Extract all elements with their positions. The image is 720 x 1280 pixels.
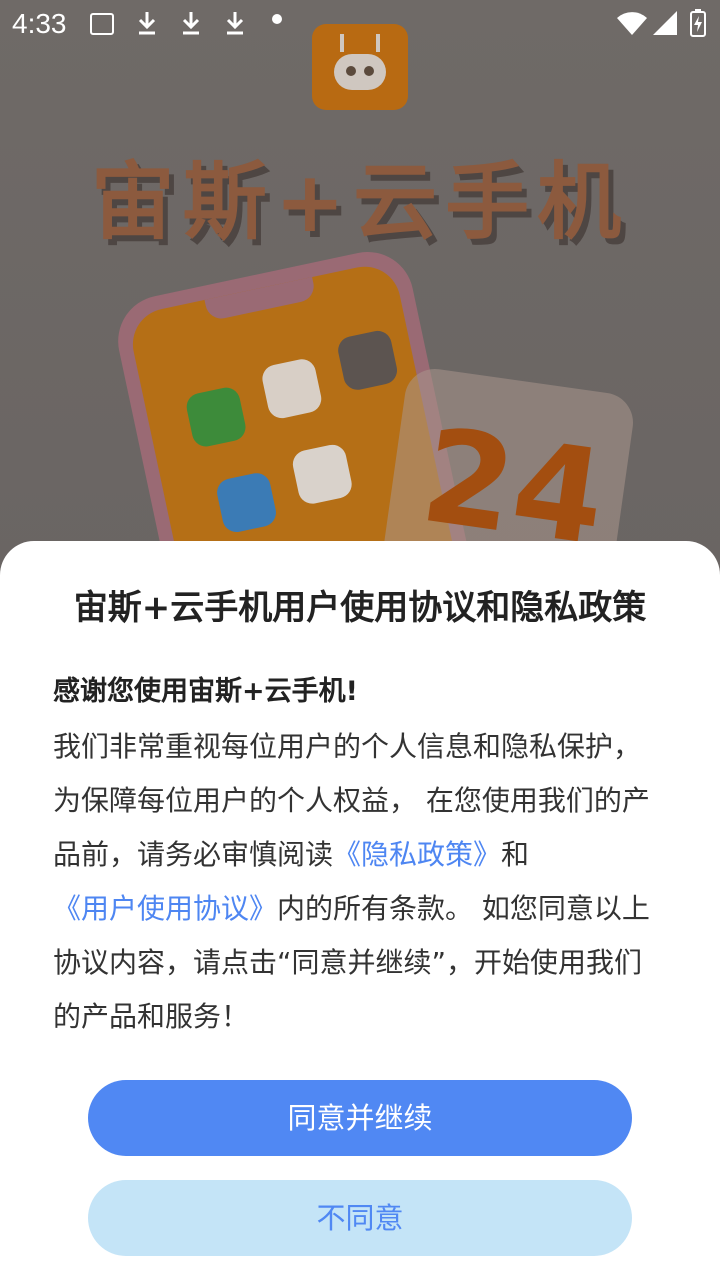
dialog-greeting: 感谢您使用宙斯+云手机! [53,676,358,707]
download-icon [224,10,248,38]
image-icon [90,13,114,35]
status-time: 4:33 [12,8,67,39]
screen: 宙斯+云手机 24 4:33 宙斯+云手机用户使用协议和隐私政策 感谢您使用宙斯… [0,0,720,1280]
decline-button[interactable]: 不同意 [88,1180,632,1256]
download-icon [180,10,204,38]
dialog-title: 宙斯+云手机用户使用协议和隐私政策 [73,588,647,628]
and-text: 和 [501,838,530,871]
status-bar: 4:33 [0,0,720,48]
wifi-icon [616,10,648,42]
settings-icon [335,328,400,393]
splash-title: 宙斯+云手机 [90,153,630,251]
photos-icon [259,356,324,421]
agree-continue-button[interactable]: 同意并继续 [88,1080,632,1156]
user-agreement-link[interactable]: 《用户使用协议》 [53,892,277,925]
dialog-body: 我们非常重视每位用户的个人信息和隐私保护，为保障每位用户的个人权益， 在您使用我… [53,720,668,1044]
app-icon [214,470,279,535]
battery-charging-icon [690,9,706,43]
dot-icon [272,14,282,24]
signal-icon [652,10,678,42]
wechat-icon [184,385,249,450]
video-icon [290,442,355,507]
download-icon [136,10,160,38]
privacy-policy-link[interactable]: 《隐私政策》 [333,838,501,871]
